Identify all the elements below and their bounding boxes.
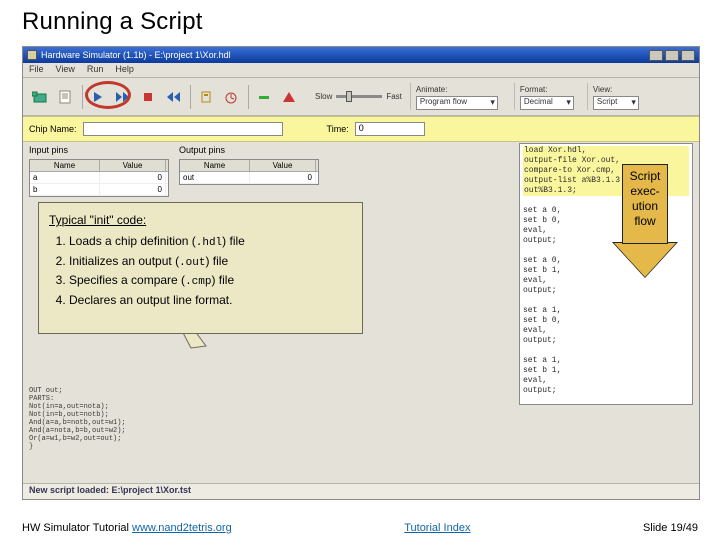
menu-help[interactable]: Help [115, 64, 134, 76]
col-name: Name [180, 160, 250, 171]
table-row[interactable]: out0 [180, 172, 318, 184]
eval-button[interactable] [195, 86, 217, 108]
speed-slider[interactable] [336, 95, 382, 98]
table-row[interactable]: a0 [30, 172, 168, 184]
hdl-pane: OUT out; PARTS: Not(in=a,out=nota); Not(… [29, 387, 229, 475]
input-pins-header: Input pins [29, 145, 179, 155]
footer-slide-number: Slide 19/49 [643, 522, 698, 534]
format-label: Format: [520, 85, 574, 94]
output-pins-grid: NameValue out0 [179, 159, 319, 185]
footer-link-index[interactable]: Tutorial Index [404, 522, 470, 534]
toolbar: Slow Fast Animate: Program flow Format: … [23, 78, 699, 116]
stop-button[interactable] [137, 86, 159, 108]
time-field: 0 [355, 122, 425, 136]
menu-run[interactable]: Run [87, 64, 104, 76]
load-chip-button[interactable] [29, 86, 51, 108]
callout-item: Declares an output line format. [69, 291, 352, 309]
slider-slow-label: Slow [315, 92, 332, 101]
menu-view[interactable]: View [56, 64, 75, 76]
init-code-callout: Typical "init" code: Loads a chip defini… [38, 202, 363, 334]
run-button[interactable] [112, 86, 134, 108]
slider-fast-label: Fast [386, 92, 402, 101]
callout-item: Initializes an output (.out) file [69, 252, 352, 272]
col-value: Value [100, 160, 166, 171]
callout-title: Typical "init" code: [49, 211, 352, 229]
col-value: Value [250, 160, 316, 171]
tick-tock-button[interactable] [220, 86, 242, 108]
slide-title: Running a Script [0, 0, 720, 42]
table-row[interactable]: b0 [30, 184, 168, 196]
chip-name-field[interactable] [83, 122, 283, 136]
animate-label: Animate: [416, 85, 501, 94]
close-button[interactable] [681, 50, 695, 61]
chip-name-label: Chip Name: [29, 124, 77, 134]
callout-item: Loads a chip definition (.hdl) file [69, 232, 352, 252]
footer-left: HW Simulator Tutorial www.nand2tetris.or… [22, 522, 232, 534]
view-select[interactable]: Script [593, 96, 639, 110]
time-label: Time: [327, 124, 349, 134]
script-flow-arrow: Script exec- ution flow [614, 164, 676, 282]
output-pins-header: Output pins [179, 145, 225, 155]
window-titlebar: Hardware Simulator (1.1b) - E:\project 1… [23, 47, 699, 63]
menu-file[interactable]: File [29, 64, 44, 76]
speed-slider-area: Slow Fast [315, 92, 402, 101]
single-step-button[interactable] [87, 86, 109, 108]
format-select[interactable]: Decimal [520, 96, 574, 110]
footer-link-home[interactable]: www.nand2tetris.org [132, 522, 232, 534]
slide-footer: HW Simulator Tutorial www.nand2tetris.or… [22, 522, 698, 534]
view-label: View: [593, 85, 639, 94]
menubar: File View Run Help [23, 63, 699, 78]
window-title: Hardware Simulator (1.1b) - E:\project 1… [41, 50, 649, 60]
callout-item: Specifies a compare (.cmp) file [69, 271, 352, 291]
minimize-button[interactable] [649, 50, 663, 61]
animate-select[interactable]: Program flow [416, 96, 498, 110]
load-script-button[interactable] [54, 86, 76, 108]
chip-info-bar: Chip Name: Time: 0 [23, 116, 699, 142]
screen-button[interactable] [278, 86, 300, 108]
rewind-button[interactable] [162, 86, 184, 108]
app-icon [27, 50, 37, 60]
col-name: Name [30, 160, 100, 171]
breakpoints-button[interactable] [253, 86, 275, 108]
maximize-button[interactable] [665, 50, 679, 61]
input-pins-grid: NameValue a0 b0 [29, 159, 169, 197]
status-bar: New script loaded: E:\project 1\Xor.tst [23, 483, 699, 499]
